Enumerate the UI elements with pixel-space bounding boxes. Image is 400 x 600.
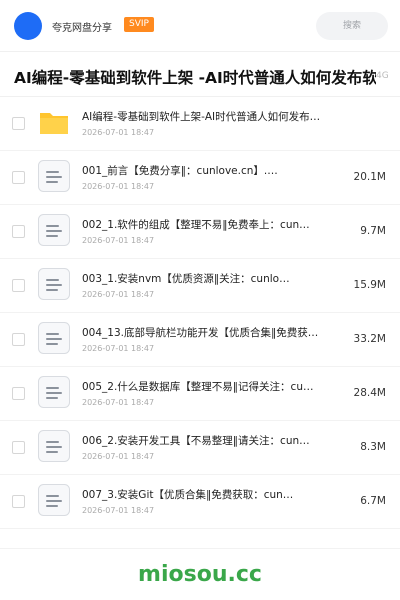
file-date: 2026-07-01 18:47: [82, 344, 155, 353]
file-name[interactable]: 006_2.安装开发工具【不易整理‖请关注：cun…: [82, 433, 332, 448]
file-row[interactable]: AI编程-零基础到软件上架-AI时代普通人如何发布… 2026-07-01 18:…: [0, 97, 400, 151]
file-icon: [38, 430, 70, 462]
file-row[interactable]: 004_13.底部导航栏功能开发【优质合集‖免费获… 2026-07-01 18:…: [0, 313, 400, 367]
file-row[interactable]: 002_1.软件的组成【整理不易‖免费奉上：cun… 2026-07-01 18:…: [0, 205, 400, 259]
file-row[interactable]: 003_1.安装nvm【优质资源‖关注：cunlo… 2026-07-01 18:…: [0, 259, 400, 313]
search-button[interactable]: 搜索: [316, 12, 388, 40]
file-name[interactable]: 003_1.安装nvm【优质资源‖关注：cunlo…: [82, 271, 332, 286]
file-date: 2026-07-01 18:47: [82, 182, 155, 191]
file-date: 2026-07-01 18:47: [82, 128, 155, 137]
select-checkbox[interactable]: [12, 441, 25, 454]
file-date: 2026-07-01 18:47: [82, 236, 155, 245]
select-checkbox[interactable]: [12, 171, 25, 184]
file-row[interactable]: 007_3.安装Git【优质合集‖免费获取：cun… 2026-07-01 18:…: [0, 475, 400, 529]
select-checkbox[interactable]: [12, 495, 25, 508]
file-icon: [38, 322, 70, 354]
file-size: 15.9M: [353, 279, 386, 291]
file-size: 6.7M: [360, 495, 386, 507]
avatar[interactable]: [14, 12, 42, 40]
file-name[interactable]: 002_1.软件的组成【整理不易‖免费奉上：cun…: [82, 217, 332, 232]
file-icon: [38, 484, 70, 516]
file-date: 2026-07-01 18:47: [82, 506, 155, 515]
file-icon: [38, 214, 70, 246]
file-name[interactable]: AI编程-零基础到软件上架-AI时代普通人如何发布…: [82, 109, 332, 124]
file-date: 2026-07-01 18:47: [82, 290, 155, 299]
file-name[interactable]: 004_13.底部导航栏功能开发【优质合集‖免费获…: [82, 325, 332, 340]
file-icon: [38, 376, 70, 408]
folder-icon: [38, 106, 70, 138]
file-name[interactable]: 007_3.安装Git【优质合集‖免费获取：cun…: [82, 487, 332, 502]
file-size: 28.4M: [353, 387, 386, 399]
file-size: 8.3M: [360, 441, 386, 453]
file-name[interactable]: 001_前言【免费分享‖：cunlove.cn】.…: [82, 163, 332, 178]
file-name[interactable]: 005_2.什么是数据库【整理不易‖记得关注：cu…: [82, 379, 332, 394]
file-icon: [38, 160, 70, 192]
select-checkbox[interactable]: [12, 225, 25, 238]
file-size: 9.7M: [360, 225, 386, 237]
file-row[interactable]: 001_前言【免费分享‖：cunlove.cn】.… 2026-07-01 18:…: [0, 151, 400, 205]
file-size: 33.2M: [353, 333, 386, 345]
share-title: AI编程-零基础到软件上架 -AI时代普通人如何发布软件: [14, 69, 376, 87]
select-checkbox[interactable]: [12, 387, 25, 400]
file-size: 20.1M: [353, 171, 386, 183]
file-row[interactable]: 006_2.安装开发工具【不易整理‖请关注：cun… 2026-07-01 18:…: [0, 421, 400, 475]
sharer-name: 夸克网盘分享: [52, 23, 112, 34]
select-checkbox[interactable]: [12, 279, 25, 292]
svip-badge: SVIP: [124, 17, 154, 32]
file-date: 2026-07-01 18:47: [82, 452, 155, 461]
divider: [0, 548, 400, 549]
file-date: 2026-07-01 18:47: [82, 398, 155, 407]
select-checkbox[interactable]: [12, 117, 25, 130]
file-icon: [38, 268, 70, 300]
site-watermark: miosou.cc: [138, 562, 262, 587]
share-size-hint: 4G: [376, 71, 389, 81]
header: 夸克网盘分享 SVIP 搜索: [0, 0, 400, 52]
select-checkbox[interactable]: [12, 333, 25, 346]
file-row[interactable]: 005_2.什么是数据库【整理不易‖记得关注：cu… 2026-07-01 18:…: [0, 367, 400, 421]
